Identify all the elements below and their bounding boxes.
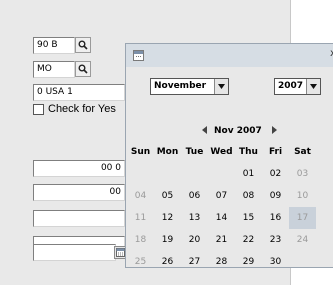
calendar-icon (116, 248, 125, 257)
calendar-day (181, 163, 208, 185)
calendar-day[interactable]: 24 (289, 229, 316, 251)
yes-checkbox[interactable] (33, 103, 44, 115)
year-select[interactable]: 2007 (274, 78, 321, 95)
code-lookup-button[interactable] (75, 37, 91, 53)
calendar-day[interactable]: 14 (208, 207, 235, 229)
yes-checkbox-row[interactable]: Check for Yes (33, 103, 116, 115)
calendar-day[interactable]: 06 (181, 185, 208, 207)
calendar-week-row: 11 12 13 14 15 16 17 (127, 207, 333, 229)
calendar-day[interactable]: 28 (208, 251, 235, 267)
calendar-day[interactable]: 27 (181, 251, 208, 267)
calendar-body: November 2007 Nov 2007 Sun Mon Tue Wed T… (126, 67, 333, 267)
calendar-popup: x November 2007 Nov 2007 Sun (125, 43, 333, 268)
month-select-value: November (154, 81, 207, 91)
calendar-day[interactable]: 05 (154, 185, 181, 207)
day-header: Thu (239, 147, 258, 157)
calendar-icon (133, 50, 144, 61)
calendar-day[interactable]: 11 (127, 207, 154, 229)
calendar-day[interactable]: 10 (289, 185, 316, 207)
calendar-day[interactable]: 29 (235, 251, 262, 267)
calendar-day[interactable]: 19 (154, 229, 181, 251)
day-header-row: Sun Mon Tue Wed Thu Fri Sat (127, 141, 333, 163)
calendar-day[interactable]: 04 (127, 185, 154, 207)
calendar-week-row: 01 02 03 (127, 163, 333, 185)
triangle-right-icon (272, 126, 277, 134)
day-header: Sun (130, 147, 151, 157)
amount-field-3[interactable] (33, 210, 125, 227)
amount-field-2[interactable]: 00 (33, 184, 125, 201)
magnifier-icon (78, 40, 88, 50)
prev-month-button[interactable] (202, 126, 207, 136)
calendar-grid: Sun Mon Tue Wed Thu Fri Sat 01 02 03 04 05 06… (127, 141, 333, 267)
calendar-day[interactable]: 01 (235, 163, 262, 185)
day-header: Tue (185, 147, 204, 157)
calendar-day[interactable]: 16 (262, 207, 289, 229)
calendar-day (127, 163, 154, 185)
state-field[interactable]: MO (33, 61, 75, 78)
calendar-titlebar[interactable]: x (126, 44, 333, 67)
state-lookup-button[interactable] (75, 61, 91, 77)
day-header: Fri (268, 147, 283, 157)
country-field[interactable]: 0 USA 1 (33, 84, 125, 101)
calendar-week-row: 18 19 20 21 22 23 24 (127, 229, 333, 251)
calendar-day (289, 251, 316, 267)
calendar-day[interactable]: 25 (127, 251, 154, 267)
calendar-day[interactable]: 22 (235, 229, 262, 251)
calendar-day[interactable]: 26 (154, 251, 181, 267)
calendar-day (154, 163, 181, 185)
calendar-day[interactable]: 13 (181, 207, 208, 229)
calendar-day[interactable]: 15 (235, 207, 262, 229)
calendar-day[interactable]: 07 (208, 185, 235, 207)
amount-field-1[interactable]: 00 0 (33, 160, 125, 177)
calendar-day[interactable]: 08 (235, 185, 262, 207)
calendar-day[interactable]: 02 (262, 163, 289, 185)
calendar-day[interactable]: 18 (127, 229, 154, 251)
day-header: Mon (156, 147, 179, 157)
month-select[interactable]: November (150, 78, 229, 95)
yes-checkbox-label: Check for Yes (48, 103, 116, 115)
calendar-day (208, 163, 235, 185)
calendar-day[interactable]: 20 (181, 229, 208, 251)
calendar-day[interactable]: 12 (154, 207, 181, 229)
calendar-day[interactable]: 21 (208, 229, 235, 251)
calendar-day[interactable]: 30 (262, 251, 289, 267)
calendar-week-row: 25 26 27 28 29 30 (127, 251, 333, 267)
year-select-value: 2007 (278, 81, 304, 91)
chevron-down-icon[interactable] (214, 79, 228, 94)
calendar-day[interactable]: 03 (289, 163, 316, 185)
calendar-day[interactable]: 17 (289, 207, 316, 229)
code-field[interactable]: 90 B (33, 37, 75, 54)
calendar-week-row: 04 05 06 07 08 09 10 (127, 185, 333, 207)
chevron-down-icon[interactable] (306, 79, 320, 94)
date-field[interactable] (33, 244, 116, 261)
next-month-button[interactable] (272, 126, 277, 136)
magnifier-icon (78, 64, 88, 74)
month-nav: Nov 2007 (126, 124, 333, 138)
day-header: Sat (294, 147, 311, 157)
triangle-left-icon (202, 126, 207, 134)
calendar-day[interactable]: 23 (262, 229, 289, 251)
month-nav-title: Nov 2007 (214, 126, 262, 136)
day-header: Wed (210, 147, 233, 157)
calendar-day[interactable]: 09 (262, 185, 289, 207)
